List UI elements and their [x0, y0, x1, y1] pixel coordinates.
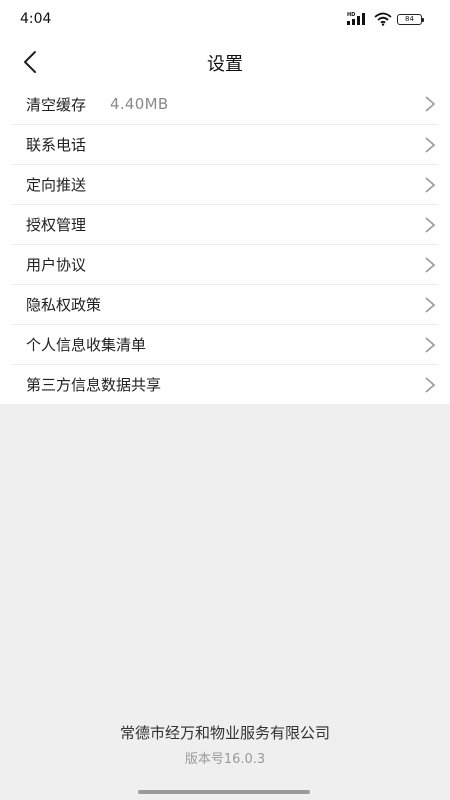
- settings-item-privacy-policy[interactable]: 隐私权政策: [12, 284, 438, 324]
- chevron-right-icon: [425, 257, 436, 273]
- home-indicator[interactable]: [138, 790, 310, 794]
- settings-item-label: 用户协议: [26, 256, 87, 274]
- chevron-right-icon: [425, 137, 436, 153]
- settings-item-label: 第三方信息数据共享: [26, 376, 162, 394]
- network-type-label: HD: [347, 12, 356, 18]
- settings-item-label: 隐私权政策: [26, 296, 102, 314]
- settings-item-contact-phone[interactable]: 联系电话: [12, 124, 438, 164]
- chevron-right-icon: [425, 297, 436, 313]
- settings-item-third-party-sharing[interactable]: 第三方信息数据共享: [12, 364, 438, 404]
- chevron-right-icon: [425, 96, 436, 112]
- settings-item-label: 授权管理: [26, 216, 87, 234]
- settings-item-label: 清空缓存: [26, 95, 87, 114]
- settings-item-label: 定向推送: [26, 176, 87, 194]
- chevron-right-icon: [425, 377, 436, 393]
- settings-item-authorization[interactable]: 授权管理: [12, 204, 438, 244]
- settings-item-personal-info-list[interactable]: 个人信息收集清单: [12, 324, 438, 364]
- status-time: 4:04: [20, 11, 52, 27]
- navigation-bar: 设置: [0, 40, 450, 84]
- page-title: 设置: [207, 54, 243, 75]
- chevron-right-icon: [425, 177, 436, 193]
- settings-item-clear-cache[interactable]: 清空缓存 4.40MB: [12, 84, 438, 124]
- settings-list: 清空缓存 4.40MB 联系电话 定向推送 授权管理 用户协议 隐私权政策 个人…: [0, 84, 450, 404]
- battery-icon: 84: [397, 13, 424, 25]
- settings-item-label: 个人信息收集清单: [26, 336, 147, 354]
- chevron-right-icon: [425, 217, 436, 233]
- wifi-icon: [374, 12, 392, 26]
- settings-item-targeted-push[interactable]: 定向推送: [12, 164, 438, 204]
- settings-item-label: 联系电话: [26, 136, 87, 154]
- company-name: 常德市经万和物业服务有限公司: [119, 724, 330, 742]
- app-version: 版本号16.0.3: [184, 752, 266, 767]
- status-bar: 4:04 HD 84: [0, 0, 450, 40]
- chevron-right-icon: [425, 337, 436, 353]
- settings-item-user-agreement[interactable]: 用户协议: [12, 244, 438, 284]
- cache-size-value: 4.40MB: [110, 95, 169, 113]
- status-icons: HD 84: [347, 11, 424, 27]
- cellular-signal-icon: HD: [347, 12, 369, 26]
